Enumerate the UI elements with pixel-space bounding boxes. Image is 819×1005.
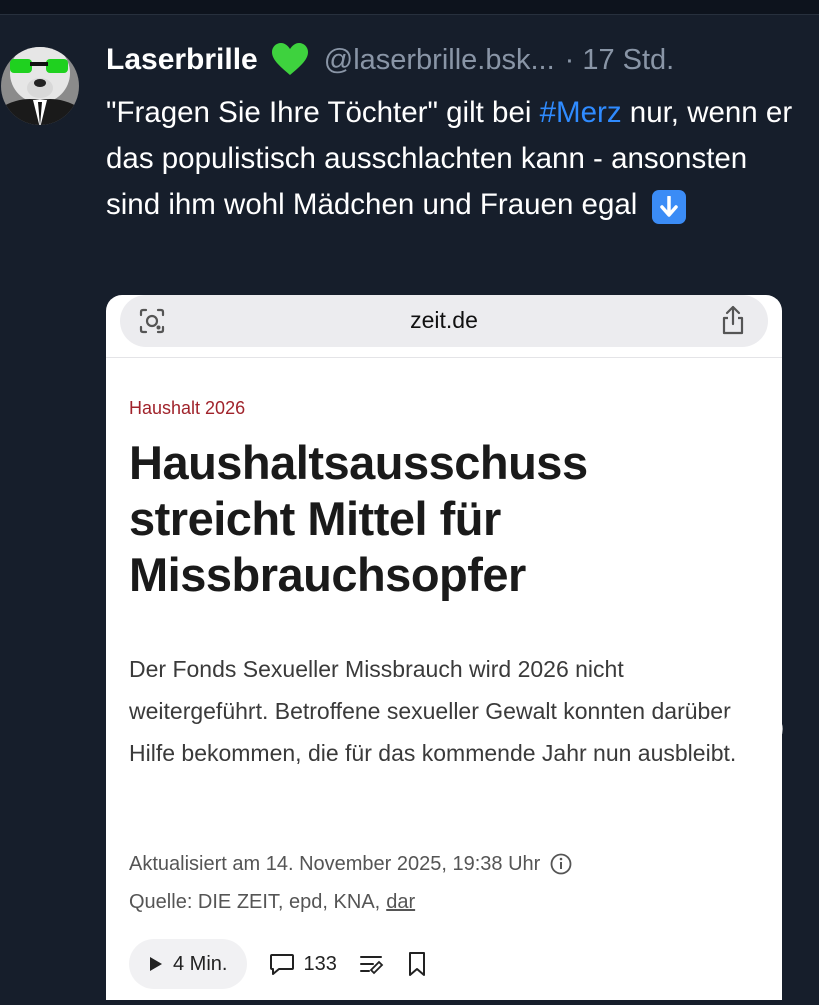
comments-button[interactable]: 133 <box>269 952 337 976</box>
author-handle[interactable]: @laserbrille.bsk... <box>324 44 555 77</box>
post-text-start: "Fragen Sie Ihre Töchter" gilt bei <box>106 96 540 129</box>
avatar[interactable] <box>0 38 80 134</box>
comment-count: 133 <box>303 952 337 975</box>
down-arrow-icon <box>651 190 686 224</box>
comment-icon <box>269 952 295 976</box>
hashtag-link[interactable]: #Merz <box>540 96 622 129</box>
post-header: Laserbrille @laserbrille.bsk... · 17 Std… <box>106 38 674 82</box>
play-icon <box>149 956 163 972</box>
divider <box>0 14 819 15</box>
top-bar <box>0 0 819 14</box>
article-kicker[interactable]: Haushalt 2026 <box>129 398 245 419</box>
list-icon[interactable] <box>359 952 385 976</box>
article-meta: Aktualisiert am 14. November 2025, 19:38… <box>129 845 572 921</box>
repost-icon[interactable] <box>722 944 782 1005</box>
author-name[interactable]: Laserbrille <box>106 43 258 77</box>
author-link[interactable]: dar <box>386 883 415 921</box>
listen-button[interactable]: 4 Min. <box>129 939 248 989</box>
read-time: 4 Min. <box>173 952 228 975</box>
divider <box>106 357 782 358</box>
browser-url-bar[interactable]: zeit.de <box>120 295 768 347</box>
share-icon[interactable] <box>720 305 746 340</box>
source-text: Quelle: DIE ZEIT, epd, KNA, <box>129 891 381 913</box>
article-headline[interactable]: Haushaltsausschuss streicht Mittel für M… <box>129 435 749 603</box>
like-heart-icon[interactable] <box>720 712 784 775</box>
info-icon[interactable] <box>550 853 572 875</box>
article-actions: 4 Min. 133 <box>129 938 427 990</box>
separator: · <box>564 43 575 76</box>
post-text: "Fragen Sie Ihre Töchter" gilt bei #Merz… <box>106 90 796 228</box>
reply-bubble-icon[interactable] <box>718 822 786 897</box>
url-text: zeit.de <box>410 307 478 333</box>
article-summary: Der Fonds Sexueller Missbrauch wird 2026… <box>129 656 737 766</box>
embedded-screenshot-card[interactable]: zeit.de Haushalt 2026 Haushaltsausschuss… <box>106 295 782 1000</box>
updated-timestamp: Aktualisiert am 14. November 2025, 19:38… <box>129 853 541 875</box>
green-heart-icon <box>271 43 308 77</box>
bookmark-icon[interactable] <box>407 951 427 977</box>
post-time[interactable]: 17 Std. <box>582 44 674 77</box>
